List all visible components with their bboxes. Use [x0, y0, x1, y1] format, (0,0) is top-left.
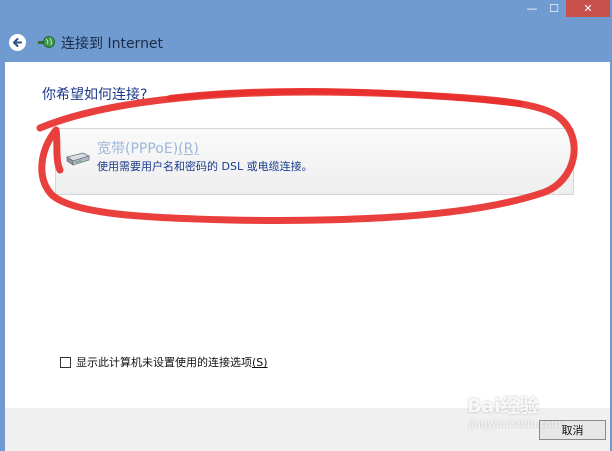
close-button[interactable]: ✕	[566, 0, 610, 17]
back-arrow-icon	[13, 38, 22, 47]
connection-question: 你希望如何连接?	[42, 87, 148, 103]
title-bar: — ☐ ✕	[0, 0, 612, 20]
back-button[interactable]	[9, 34, 26, 51]
network-globe-icon	[38, 36, 55, 48]
option-description: 使用需要用户名和密码的 DSL 或电缆连接。	[97, 160, 313, 173]
show-options-label: 显示此计算机未设置使用的连接选项(S)	[76, 356, 268, 369]
broadband-pppoe-option[interactable]: 宽带(PPPoE)(R) 使用需要用户名和密码的 DSL 或电缆连接。	[55, 128, 574, 195]
maximize-icon: ☐	[549, 2, 559, 15]
close-icon: ✕	[583, 2, 593, 15]
show-options-checkbox[interactable]	[60, 356, 71, 368]
cancel-button[interactable]: 取消	[539, 420, 606, 440]
minimize-icon: —	[526, 2, 538, 15]
show-options-checkbox-row[interactable]: 显示此计算机未设置使用的连接选项(S)	[60, 354, 268, 370]
wizard-content: 你希望如何连接? 宽带(PPPoE)(R) 使用需要用户名和密码的 DSL 或电…	[5, 62, 610, 408]
wizard-header: 连接到 Internet	[0, 20, 612, 62]
minimize-button[interactable]: —	[521, 0, 543, 17]
modem-icon	[66, 152, 91, 166]
wizard-footer: 取消	[5, 408, 610, 451]
maximize-button[interactable]: ☐	[543, 0, 565, 17]
option-title: 宽带(PPPoE)(R)	[97, 141, 199, 157]
page-title: 连接到 Internet	[61, 36, 164, 52]
